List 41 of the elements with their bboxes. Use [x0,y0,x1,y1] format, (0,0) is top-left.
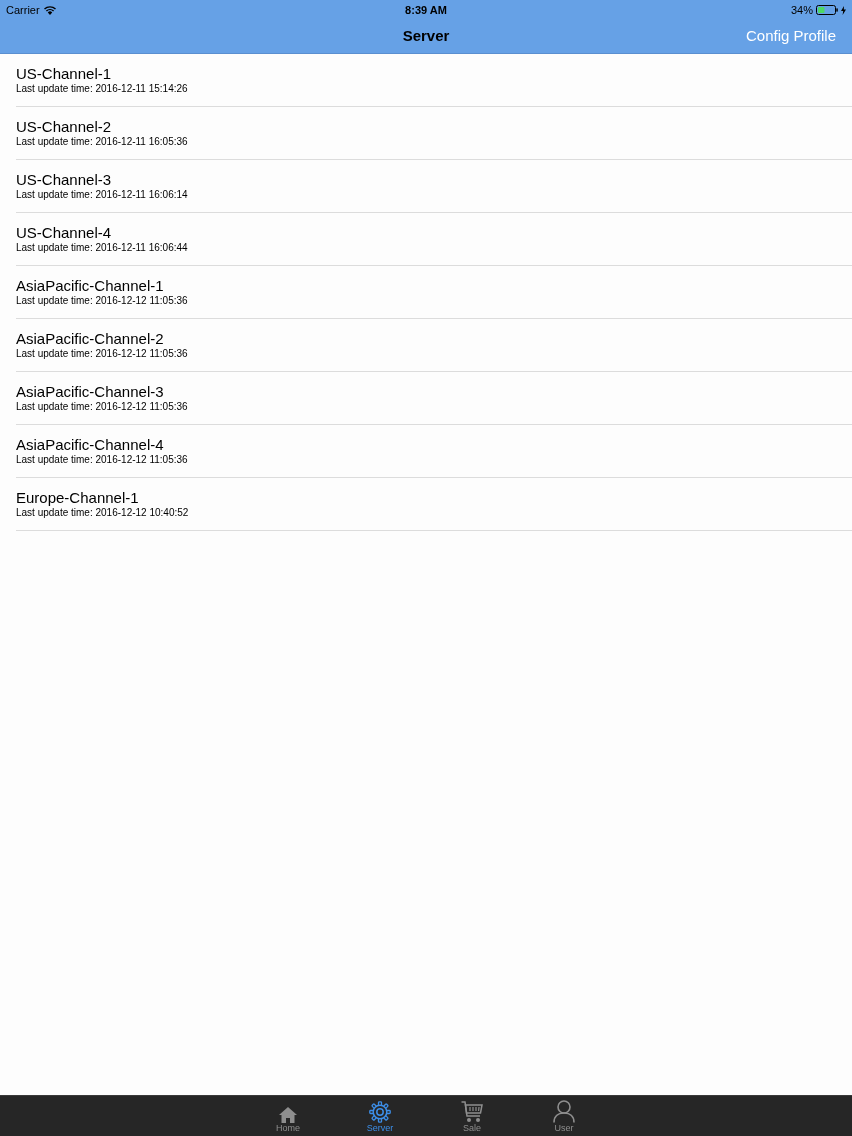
server-row[interactable]: Europe-Channel-1 Last update time: 2016-12-12 10:40:52 [16,478,852,531]
server-row[interactable]: US-Channel-4 Last update time: 2016-12-11 16:06:44 [16,213,852,266]
server-name: AsiaPacific-Channel-3 [16,383,164,401]
tab-bar-item[interactable]: Home [242,1096,334,1136]
last-update-time: Last update time: 2016-12-12 11:05:36 [16,401,188,413]
tab-bar-item[interactable]: Sale [426,1096,518,1136]
last-update-time: Last update time: 2016-12-12 10:40:52 [16,507,189,519]
carrier-name: Carrier [6,3,40,17]
server-row[interactable]: AsiaPacific-Channel-2 Last update time: 2016-12-12 11:05:36 [16,319,852,372]
screen-title: Server [402,26,450,47]
server-name: AsiaPacific-Channel-4 [16,436,164,454]
server-row[interactable]: US-Channel-1 Last update time: 2016-12-11 15:14:26 [16,54,852,107]
server-row[interactable]: US-Channel-3 Last update time: 2016-12-11 16:06:14 [16,160,852,213]
server-name: US-Channel-4 [16,224,112,242]
last-update-time: Last update time: 2016-12-11 16:05:36 [16,136,188,148]
server-name: AsiaPacific-Channel-1 [16,277,164,295]
battery-icon [816,5,838,15]
wifi-icon [43,5,56,15]
shopping-cart-icon [461,1101,483,1123]
server-name: AsiaPacific-Channel-2 [16,330,164,348]
last-update-time: Last update time: 2016-12-11 16:06:44 [16,242,188,254]
server-name: Europe-Channel-1 [16,489,139,507]
server-name: US-Channel-1 [16,65,112,83]
last-update-time: Last update time: 2016-12-11 15:14:26 [16,83,188,95]
last-update-time: Last update time: 2016-12-12 11:05:36 [16,295,188,307]
tab-bar-item[interactable]: User [518,1096,610,1136]
last-update-time: Last update time: 2016-12-12 11:05:36 [16,454,188,466]
server-name: US-Channel-2 [16,118,112,136]
last-update-time: Last update time: 2016-12-12 11:05:36 [16,348,188,360]
tab-bar-item[interactable]: Server [334,1096,426,1136]
server-row[interactable]: US-Channel-2 Last update time: 2016-12-11 16:05:36 [16,107,852,160]
server-name: US-Channel-3 [16,171,112,189]
server-row[interactable]: AsiaPacific-Channel-3 Last update time: 2016-12-12 11:05:36 [16,372,852,425]
last-update-time: Last update time: 2016-12-11 16:06:14 [16,189,188,201]
gear-icon [369,1101,391,1123]
server-row[interactable]: AsiaPacific-Channel-4 Last update time: 2016-12-12 11:05:36 [16,425,852,478]
server-row[interactable]: AsiaPacific-Channel-1 Last update time: 2016-12-12 11:05:36 [16,266,852,319]
status-time: 8:39 AM [405,3,447,17]
house-icon [279,1107,297,1123]
battery-percentage: 34% [790,3,813,17]
person-icon [553,1100,575,1123]
